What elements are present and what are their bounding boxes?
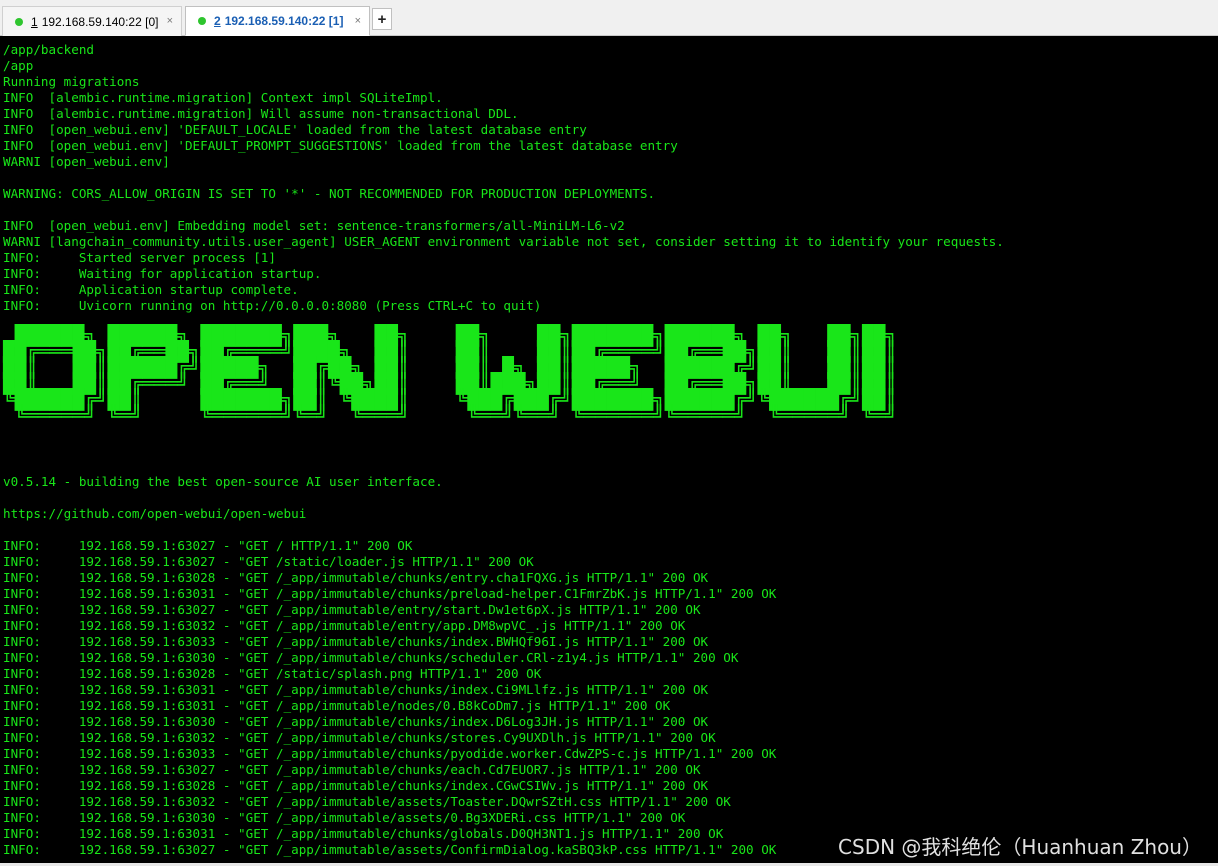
tab-index: 1: [31, 14, 38, 29]
terminal-line: INFO: 192.168.59.1:63032 - "GET /_app/im…: [3, 730, 716, 745]
tab-bar: 1 192.168.59.140:22 [0] × 2 192.168.59.1…: [0, 0, 1218, 36]
terminal-line: Running migrations: [3, 74, 140, 89]
terminal-line: INFO: 192.168.59.1:63028 - "GET /_app/im…: [3, 778, 709, 793]
terminal-line: INFO: Waiting for application startup.: [3, 266, 322, 281]
terminal-line: INFO: 192.168.59.1:63032 - "GET /_app/im…: [3, 794, 731, 809]
terminal-line: INFO: 192.168.59.1:63027 - "GET / HTTP/1…: [3, 538, 413, 553]
terminal-line: INFO: 192.168.59.1:63032 - "GET /_app/im…: [3, 618, 686, 633]
terminal-line: /app/backend: [3, 42, 94, 57]
terminal-output[interactable]: /app/backend/app Running migrations INFO […: [0, 36, 1218, 863]
add-tab-button[interactable]: +: [372, 8, 392, 30]
terminal-line: WARNI [langchain_community.utils.user_ag…: [3, 234, 1004, 249]
terminal-line: INFO: 192.168.59.1:63027 - "GET /_app/im…: [3, 762, 701, 777]
terminal-line: INFO: 192.168.59.1:63030 - "GET /_app/im…: [3, 810, 686, 825]
terminal-line: INFO: 192.168.59.1:63027 - "GET /_app/im…: [3, 602, 701, 617]
close-tab-icon[interactable]: ×: [355, 15, 361, 27]
open-webui-ascii-banner: ██████╗ ██████╗ ███████╗███╗ ██╗ ██╗ ██╗…: [3, 326, 897, 427]
terminal-line: /app: [3, 58, 34, 73]
terminal-line: INFO: 192.168.59.1:63033 - "GET /_app/im…: [3, 746, 777, 761]
terminal-line: INFO [alembic.runtime.migration] Will as…: [3, 106, 519, 121]
terminal-line: INFO: Application startup complete.: [3, 282, 299, 297]
terminal-line: INFO: 192.168.59.1:63033 - "GET /_app/im…: [3, 634, 709, 649]
tab-label: 192.168.59.140:22 [1]: [224, 14, 344, 28]
terminal-line: WARNING: CORS_ALLOW_ORIGIN IS SET TO '*'…: [3, 186, 656, 201]
tab-session-2-active[interactable]: 2 192.168.59.140:22 [1] ×: [185, 6, 370, 36]
tab-index: 2: [214, 14, 221, 28]
tab-label: 192.168.59.140:22 [0]: [41, 14, 159, 29]
terminal-line: v0.5.14 - building the best open-source …: [3, 474, 443, 489]
terminal-line: INFO: 192.168.59.1:63030 - "GET /_app/im…: [3, 714, 709, 729]
terminal-line: INFO [open_webui.env] Embedding model se…: [3, 218, 625, 233]
csdn-watermark: CSDN @我科绝伦（Huanhuan Zhou）: [838, 835, 1202, 859]
terminal-line: https://github.com/open-webui/open-webui: [3, 506, 307, 521]
terminal-line: INFO: 192.168.59.1:63028 - "GET /static/…: [3, 666, 542, 681]
close-tab-icon[interactable]: ×: [167, 15, 173, 27]
terminal-line: INFO: 192.168.59.1:63027 - "GET /static/…: [3, 554, 534, 569]
terminal-text: /app/backend/app Running migrations INFO […: [3, 42, 1004, 858]
terminal-line: INFO: 192.168.59.1:63028 - "GET /_app/im…: [3, 570, 709, 585]
connection-status-icon: [15, 17, 23, 26]
banner-line: ╚═════╝ ╚═╝ ╚══════╝╚═╝ ╚═══╝ ╚══╝╚══╝ ╚…: [3, 404, 897, 427]
terminal-line: INFO: 192.168.59.1:63031 - "GET /_app/im…: [3, 682, 709, 697]
terminal-line: INFO [alembic.runtime.migration] Context…: [3, 90, 443, 105]
terminal-line: INFO: 192.168.59.1:63030 - "GET /_app/im…: [3, 650, 739, 665]
terminal-line: INFO: Uvicorn running on http://0.0.0.0:…: [3, 298, 542, 313]
terminal-line: INFO: 192.168.59.1:63031 - "GET /_app/im…: [3, 586, 777, 601]
terminal-line: INFO [open_webui.env] 'DEFAULT_LOCALE' l…: [3, 122, 587, 137]
tab-session-1[interactable]: 1 192.168.59.140:22 [0] ×: [2, 6, 182, 36]
terminal-line: WARNI [open_webui.env]: [3, 154, 170, 169]
terminal-line: INFO: Started server process [1]: [3, 250, 276, 265]
terminal-line: INFO: 192.168.59.1:63031 - "GET /_app/im…: [3, 698, 671, 713]
connection-status-icon: [198, 17, 206, 25]
terminal-line: INFO [open_webui.env] 'DEFAULT_PROMPT_SU…: [3, 138, 678, 153]
